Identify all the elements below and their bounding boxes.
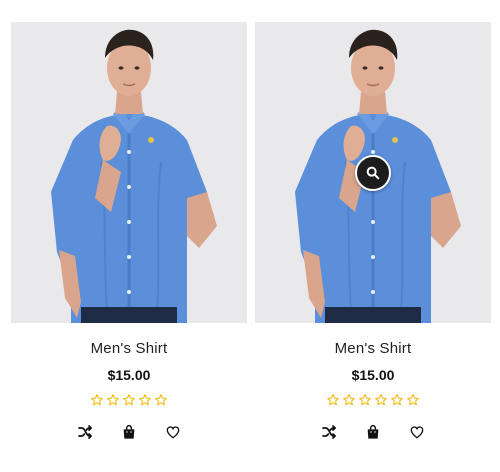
star-icon bbox=[359, 394, 371, 406]
star-icon bbox=[391, 394, 403, 406]
product-actions bbox=[11, 423, 247, 441]
star-icon bbox=[123, 394, 135, 406]
wishlist-button[interactable] bbox=[164, 423, 182, 441]
shopping-bag-icon bbox=[123, 424, 135, 439]
product-card: Men's Shirt $15.00 bbox=[255, 22, 491, 441]
star-icon bbox=[375, 394, 387, 406]
rating-stars bbox=[11, 393, 247, 407]
heart-icon bbox=[166, 426, 180, 439]
add-to-cart-button[interactable] bbox=[120, 423, 138, 441]
magnifier-icon bbox=[366, 166, 380, 180]
star-icon bbox=[107, 394, 119, 406]
shuffle-icon bbox=[78, 425, 92, 439]
product-image[interactable] bbox=[11, 22, 247, 323]
heart-icon bbox=[410, 426, 424, 439]
star-icon bbox=[139, 394, 151, 406]
product-name[interactable]: Men's Shirt bbox=[11, 340, 247, 357]
product-actions bbox=[255, 423, 491, 441]
product-price: $15.00 bbox=[351, 367, 395, 383]
star-icon bbox=[407, 394, 419, 406]
star-icon bbox=[327, 394, 339, 406]
product-image[interactable] bbox=[255, 22, 491, 323]
model-photo bbox=[11, 22, 247, 323]
product-name[interactable]: Men's Shirt bbox=[255, 340, 491, 357]
star-icon bbox=[91, 394, 103, 406]
product-grid: Men's Shirt $15.00 Men's Shirt $15.00 bbox=[0, 0, 500, 472]
add-to-cart-button[interactable] bbox=[364, 423, 382, 441]
compare-button[interactable] bbox=[76, 423, 94, 441]
wishlist-button[interactable] bbox=[408, 423, 426, 441]
compare-button[interactable] bbox=[320, 423, 338, 441]
star-icon bbox=[155, 394, 167, 406]
shopping-bag-icon bbox=[367, 424, 379, 439]
star-icon bbox=[343, 394, 355, 406]
shuffle-icon bbox=[322, 425, 336, 439]
quick-view-button[interactable] bbox=[355, 155, 391, 191]
product-card: Men's Shirt $15.00 bbox=[11, 22, 247, 441]
product-price: $15.00 bbox=[107, 367, 151, 383]
rating-stars bbox=[255, 393, 491, 407]
